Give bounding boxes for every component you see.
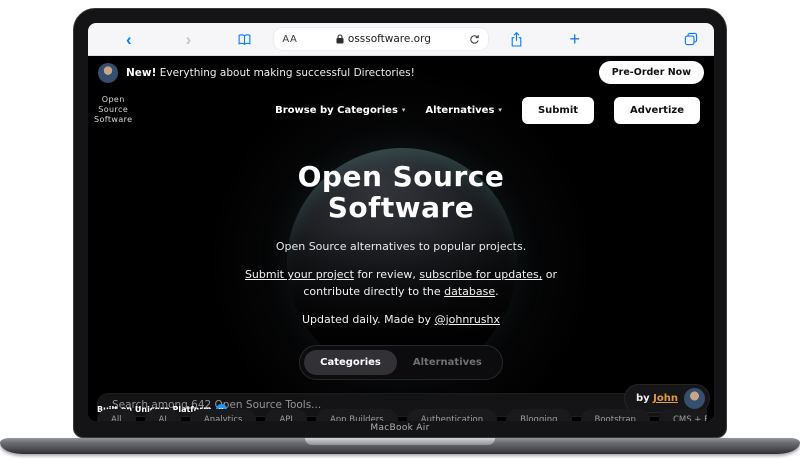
share-icon	[510, 31, 523, 47]
url-text: osssoftware.org	[347, 33, 431, 45]
pre-order-button[interactable]: Pre-Order Now	[598, 61, 704, 84]
chip-category[interactable]: API	[265, 409, 307, 421]
reader-options-button[interactable]: AA	[282, 34, 297, 45]
chevron-down-icon: ▾	[401, 106, 406, 114]
macbook-base	[0, 438, 800, 454]
address-bar[interactable]: AA osssoftware.org	[274, 28, 489, 50]
chip-category[interactable]: Blogging	[506, 409, 572, 421]
tabs-wrap: Categories Alternatives	[88, 345, 714, 380]
macbook-screen-bezel: ‹ › AA osssoftware.org + New! Everything…	[73, 8, 727, 438]
site-logo[interactable]: Open Source Software	[94, 95, 132, 125]
menu-label: Alternatives	[425, 104, 495, 116]
chip-category[interactable]: AI	[144, 409, 181, 421]
page-title: Open Source Software	[88, 161, 714, 223]
browser-window: ‹ › AA osssoftware.org + New! Everything…	[88, 23, 714, 421]
category-chips-row: All AI Analytics API App Builders Authen…	[97, 409, 707, 421]
site-navbar: Open Source Software Browse by Categorie…	[88, 88, 714, 131]
hero-subtitle: Open Source alternatives to popular proj…	[275, 240, 527, 253]
advertize-button[interactable]: Advertize	[614, 96, 700, 124]
forward-button[interactable]: ›	[186, 31, 192, 48]
announcement-banner[interactable]: New! Everything about making successful …	[88, 56, 714, 88]
tab-categories[interactable]: Categories	[304, 350, 397, 375]
avatar	[684, 388, 705, 409]
page: ‹ › AA osssoftware.org + New! Everything…	[0, 0, 800, 459]
logo-line: Open	[101, 95, 125, 104]
updated-line: Updated daily. Made by @johnrushx	[88, 313, 714, 326]
submit-project-link[interactable]: Submit your project	[245, 268, 354, 281]
new-tab-button[interactable]: +	[569, 30, 632, 48]
forward-chevron-icon: ›	[185, 29, 192, 49]
chip-category[interactable]: Analytics	[189, 409, 257, 421]
links-text: .	[495, 285, 499, 298]
submit-button[interactable]: Submit	[521, 96, 595, 124]
chip-category[interactable]: All	[97, 409, 136, 421]
banner-text: New! Everything about making successful …	[126, 67, 415, 79]
links-text: for review,	[353, 268, 420, 281]
banner-message: Everything about making successful Direc…	[159, 66, 415, 79]
avatar	[98, 62, 118, 83]
byline-prefix: by	[635, 393, 650, 404]
subscribe-link[interactable]: subscribe for updates,	[419, 268, 542, 281]
menu-browse-by-categories[interactable]: Browse by Categories ▾	[275, 105, 405, 116]
plus-icon: +	[569, 29, 580, 49]
john-link[interactable]: John	[653, 393, 678, 404]
chip-category[interactable]: CMS + Blogs	[658, 409, 707, 421]
johnrushx-link[interactable]: @johnrushx	[435, 313, 500, 326]
byline-text: by John	[636, 393, 678, 404]
hero-section: Open Source Software Open Source alterna…	[88, 161, 714, 417]
logo-line: Source	[98, 105, 129, 114]
lock-icon	[336, 34, 344, 44]
tab-alternatives[interactable]: Alternatives	[397, 350, 498, 375]
chevron-down-icon: ▾	[498, 106, 502, 114]
tabs-overview-icon	[684, 32, 698, 46]
refresh-button[interactable]	[469, 34, 480, 45]
chip-category[interactable]: App Builders	[315, 409, 398, 421]
tabs-button[interactable]	[684, 32, 698, 46]
database-link[interactable]: database	[444, 285, 495, 298]
hero-links-line: Submit your project for review, subscrib…	[216, 266, 586, 300]
back-chevron-icon: ‹	[126, 29, 132, 49]
view-switcher: Categories Alternatives	[299, 345, 503, 380]
menu-alternatives[interactable]: Alternatives ▾	[425, 105, 502, 116]
chip-category[interactable]: Bootstrap	[580, 409, 650, 421]
safari-toolbar: ‹ › AA osssoftware.org +	[88, 23, 714, 56]
refresh-icon	[469, 34, 480, 45]
menu-label: Browse by Categories	[275, 104, 398, 116]
title-line-2: Software	[327, 191, 475, 224]
title-line-1: Open Source	[297, 160, 505, 193]
logo-line: Software	[94, 115, 133, 124]
banner-highlight: New!	[126, 66, 157, 79]
updated-text: Updated daily. Made by	[302, 313, 435, 326]
chip-category[interactable]: Authentication	[406, 409, 498, 421]
nav-menu: Browse by Categories ▾ Alternatives ▾ Su…	[275, 96, 700, 124]
book-icon	[237, 33, 252, 46]
reading-list-button[interactable]	[237, 33, 252, 46]
back-button[interactable]: ‹	[126, 31, 132, 48]
hinge-notch	[305, 438, 495, 445]
macbook-air-label: MacBook Air	[370, 423, 430, 433]
url-display: osssoftware.org	[297, 33, 469, 45]
oss-site: New! Everything about making successful …	[88, 56, 714, 421]
share-button[interactable]	[510, 31, 523, 47]
